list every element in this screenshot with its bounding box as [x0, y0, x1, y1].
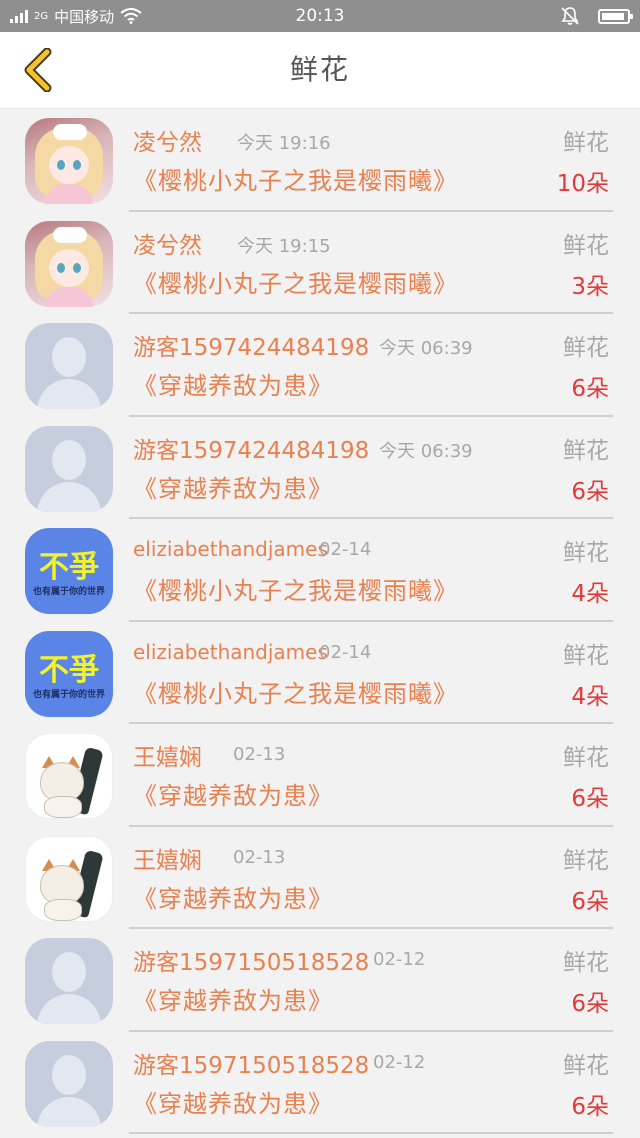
avatar-text: 不爭 — [39, 550, 99, 585]
record-content: 王嬉娴 02-13 《穿越养敌为患》 鲜花 6朵 — [129, 724, 613, 827]
record-content: 游客1597150518528 02-12 《穿越养敌为患》 鲜花 6朵 — [129, 1032, 613, 1134]
sender-name[interactable]: eliziabethandjames — [133, 640, 328, 664]
send-time: 02-12 — [373, 1051, 426, 1073]
gift-type-label: 鲜花 — [563, 1052, 609, 1079]
send-time: 02-13 — [233, 744, 286, 765]
sender-name[interactable]: 王嬉娴 — [133, 841, 202, 875]
send-time: 今天 19:15 — [237, 235, 331, 257]
list-item[interactable]: 王嬉娴 02-13 《穿越养敌为患》 鲜花 6朵 — [0, 724, 640, 827]
avatar[interactable] — [25, 938, 113, 1024]
list-item[interactable]: 不爭也有属于你的世界 eliziabethandjames 02-14 《樱桃小丸子之… — [0, 519, 640, 622]
gift-type-label: 鲜花 — [563, 437, 609, 464]
app-header: 鲜花 — [0, 32, 640, 109]
gift-type-label: 鲜花 — [563, 335, 609, 361]
book-title[interactable]: 《樱桃小丸子之我是樱雨曦》 — [133, 571, 458, 606]
gift-type-label: 鲜花 — [563, 950, 609, 976]
sender-name[interactable]: 凌兮然 — [133, 226, 202, 260]
status-time: 20:13 — [295, 6, 345, 26]
send-time: 今天 06:39 — [379, 338, 473, 359]
record-content: 凌兮然 今天 19:16 《樱桃小丸子之我是樱雨曦》 鲜花 10朵 — [129, 109, 613, 212]
list-item[interactable]: 游客1597150518528 02-12 《穿越养敌为患》 鲜花 6朵 — [0, 1032, 640, 1134]
list-item[interactable]: 凌兮然 今天 19:15 《樱桃小丸子之我是樱雨曦》 鲜花 3朵 — [0, 212, 640, 314]
status-right — [560, 0, 633, 32]
battery-icon — [598, 8, 633, 24]
record-content: 凌兮然 今天 19:15 《樱桃小丸子之我是樱雨曦》 鲜花 3朵 — [129, 212, 613, 314]
send-time: 02-13 — [233, 846, 286, 868]
flower-record-list: 凌兮然 今天 19:16 《樱桃小丸子之我是樱雨曦》 鲜花 10朵 凌兮然 今天 19:15… — [0, 109, 640, 1134]
gift-count: 6朵 — [571, 376, 609, 402]
gift-type-label: 鲜花 — [563, 642, 609, 669]
avatar[interactable] — [25, 425, 113, 512]
avatar[interactable] — [25, 118, 113, 204]
avatar[interactable] — [25, 733, 113, 819]
gift-count: 4朵 — [571, 581, 609, 607]
gift-count: 6朵 — [571, 786, 609, 812]
bell-muted-icon — [561, 7, 579, 25]
list-item[interactable]: 不爭 也有属于你的世界 eliziabethandjames 02-14 《樱桃小丸子之… — [0, 622, 640, 724]
gift-count: 6朵 — [571, 888, 609, 915]
list-item[interactable]: 凌兮然 今天 19:16 《樱桃小丸子之我是樱雨曦》 鲜花 10朵 — [0, 109, 640, 212]
list-item[interactable]: 游客1597424484198 今天 06:39 《穿越养敌为患》 鲜花 6朵 — [0, 314, 640, 417]
gift-count: 3朵 — [571, 273, 609, 300]
record-content: eliziabethandjames 02-14 《樱桃小丸子之我是樱雨曦》 鲜花 4朵 — [129, 622, 613, 724]
avatar[interactable] — [25, 323, 113, 409]
avatar[interactable]: 不爭也有属于你的世界 — [25, 528, 113, 614]
send-time: 02-14 — [319, 539, 372, 560]
list-item[interactable]: 王嬉娴 02-13 《穿越养敌为患》 鲜花 6朵 — [0, 827, 640, 929]
avatar[interactable] — [25, 835, 113, 922]
book-title[interactable]: 《穿越养敌为患》 — [133, 879, 333, 914]
record-content: 游客1597424484198 今天 06:39 《穿越养敌为患》 鲜花 6朵 — [129, 314, 613, 417]
list-item[interactable]: 游客1597424484198 今天 06:39 《穿越养敌为患》 鲜花 6朵 — [0, 417, 640, 519]
send-time: 02-12 — [373, 949, 426, 970]
sender-name[interactable]: 凌兮然 — [133, 123, 202, 157]
gift-type-label: 鲜花 — [563, 847, 609, 874]
gift-type-label: 鲜花 — [563, 232, 609, 259]
book-title[interactable]: 《穿越养敌为患》 — [133, 366, 333, 401]
avatar[interactable] — [25, 1040, 113, 1127]
book-title[interactable]: 《穿越养敌为患》 — [133, 981, 333, 1016]
list-item[interactable]: 游客1597150518528 02-12 《穿越养敌为患》 鲜花 6朵 — [0, 929, 640, 1032]
avatar[interactable] — [25, 220, 113, 307]
book-title[interactable]: 《穿越养敌为患》 — [133, 776, 333, 811]
page-title: 鲜花 — [289, 53, 350, 86]
book-title[interactable]: 《樱桃小丸子之我是樱雨曦》 — [133, 674, 458, 709]
record-content: 王嬉娴 02-13 《穿越养敌为患》 鲜花 6朵 — [129, 827, 613, 929]
avatar-text: 不爭 — [39, 652, 99, 688]
gift-count: 6朵 — [571, 478, 609, 505]
gift-type-label: 鲜花 — [563, 540, 609, 566]
book-title[interactable]: 《穿越养敌为患》 — [133, 1084, 333, 1119]
sender-name[interactable]: 王嬉娴 — [133, 738, 202, 772]
book-title[interactable]: 《樱桃小丸子之我是樱雨曦》 — [133, 264, 458, 299]
gift-type-label: 鲜花 — [563, 745, 609, 771]
gift-type-label: 鲜花 — [563, 130, 609, 156]
sender-name[interactable]: 游客1597424484198 — [133, 431, 369, 465]
sender-name[interactable]: 游客1597424484198 — [133, 328, 369, 362]
avatar-subtext: 也有属于你的世界 — [32, 689, 105, 700]
book-title[interactable]: 《穿越养敌为患》 — [133, 469, 333, 504]
gift-count: 6朵 — [571, 991, 609, 1017]
book-title[interactable]: 《樱桃小丸子之我是樱雨曦》 — [133, 161, 458, 196]
record-content: 游客1597150518528 02-12 《穿越养敌为患》 鲜花 6朵 — [129, 929, 613, 1032]
avatar-subtext: 也有属于你的世界 — [32, 587, 105, 597]
sender-name[interactable]: eliziabethandjames — [133, 537, 328, 561]
record-content: 游客1597424484198 今天 06:39 《穿越养敌为患》 鲜花 6朵 — [129, 417, 613, 519]
avatar[interactable]: 不爭 也有属于你的世界 — [25, 630, 113, 717]
send-time: 今天 19:16 — [237, 133, 331, 154]
status-bar: 2G 中国移动 20:13 — [0, 0, 640, 32]
gift-count: 6朵 — [571, 1093, 609, 1120]
send-time: 02-14 — [319, 641, 372, 663]
record-content: eliziabethandjames 02-14 《樱桃小丸子之我是樱雨曦》 鲜花 4朵 — [129, 519, 613, 622]
sender-name[interactable]: 游客1597150518528 — [133, 1046, 369, 1080]
send-time: 今天 06:39 — [379, 440, 473, 462]
sender-name[interactable]: 游客1597150518528 — [133, 943, 369, 977]
gift-count: 4朵 — [571, 683, 609, 710]
gift-count: 10朵 — [556, 171, 609, 197]
